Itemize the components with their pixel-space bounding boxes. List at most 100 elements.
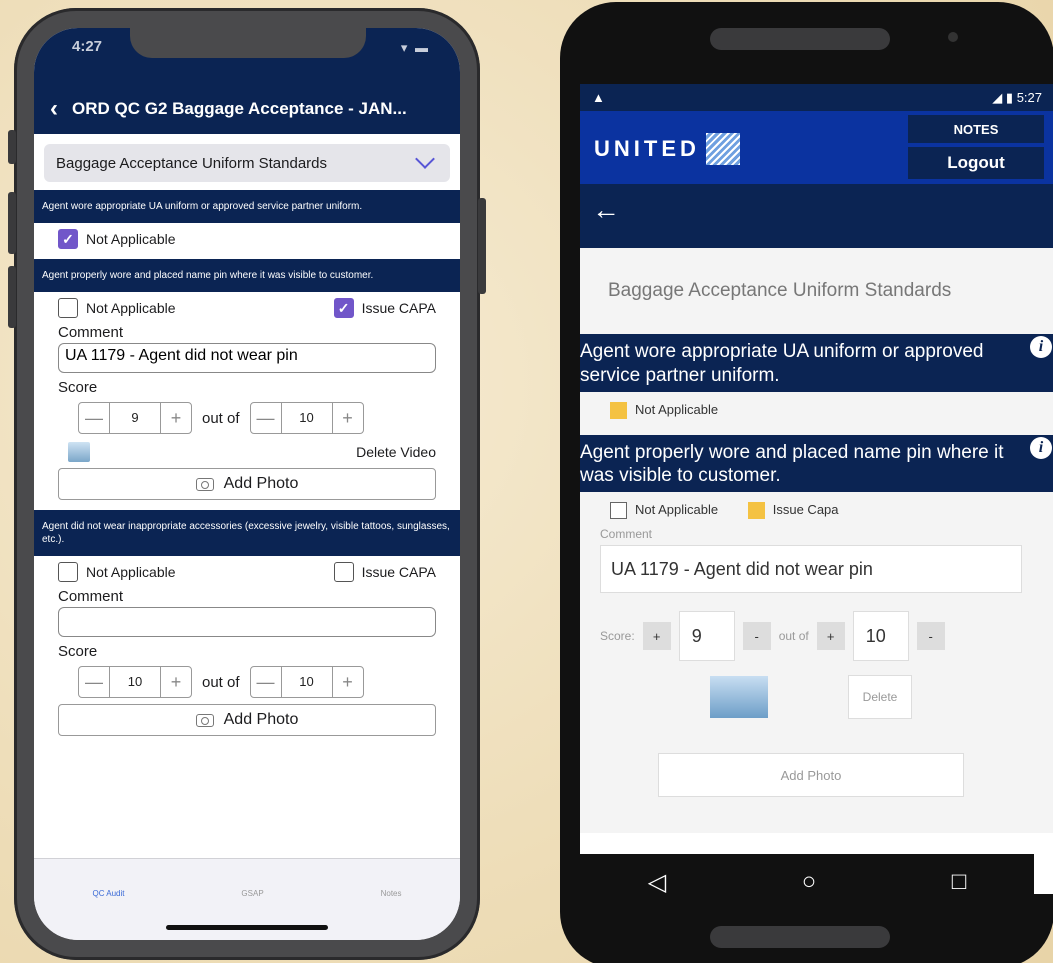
bottom-speaker bbox=[710, 926, 890, 948]
decrement-button[interactable]: — bbox=[79, 408, 109, 429]
increment-button[interactable]: + bbox=[333, 408, 363, 429]
logout-button[interactable]: Logout bbox=[908, 147, 1044, 179]
question-text: Agent properly wore and placed name pin … bbox=[580, 441, 1004, 487]
category-dropdown[interactable]: Baggage Acceptance Uniform Standards bbox=[580, 248, 1053, 334]
ios-status-bar: 4:27 ▾ ▬ bbox=[34, 28, 460, 94]
comment-input[interactable]: UA 1179 - Agent did not wear pin bbox=[58, 343, 436, 373]
max-score-value[interactable]: 10 bbox=[280, 666, 333, 698]
video-thumbnail[interactable] bbox=[68, 442, 90, 462]
decrement-button[interactable]: — bbox=[251, 408, 281, 429]
not-applicable-checkbox[interactable]: ✓ Not Applicable bbox=[58, 229, 176, 249]
tab-gsap[interactable]: GSAP bbox=[241, 889, 263, 940]
logo-text: UNITED bbox=[594, 136, 700, 161]
question-header: Agent wore appropriate UA uniform or app… bbox=[580, 334, 1053, 392]
not-applicable-checkbox[interactable]: Not Applicable bbox=[610, 502, 719, 520]
home-indicator[interactable] bbox=[166, 925, 328, 930]
info-icon[interactable]: i bbox=[1030, 436, 1052, 459]
max-score-stepper: — 10 + bbox=[249, 666, 364, 698]
category-dropdown[interactable]: Baggage Acceptance Uniform Standards bbox=[44, 144, 450, 182]
checkbox-box bbox=[610, 401, 627, 419]
info-icon[interactable]: i bbox=[1030, 336, 1052, 358]
status-right: ◢ ▮ 5:27 bbox=[992, 90, 1042, 106]
camera-icon bbox=[195, 713, 214, 727]
not-applicable-checkbox[interactable]: Not Applicable bbox=[58, 298, 176, 318]
out-of-label: out of bbox=[202, 673, 240, 691]
volume-up-button bbox=[8, 192, 16, 254]
add-photo-button[interactable]: Add Photo bbox=[658, 753, 964, 798]
not-applicable-checkbox[interactable]: Not Applicable bbox=[610, 401, 719, 419]
triangle-back-icon[interactable]: ◁ bbox=[648, 868, 666, 897]
score-stepper: — 9 + bbox=[78, 402, 192, 434]
decrement-button[interactable]: - bbox=[742, 622, 771, 651]
dropdown-value: Baggage Acceptance Uniform Standards bbox=[56, 154, 328, 172]
not-applicable-checkbox[interactable]: Not Applicable bbox=[58, 562, 176, 582]
checkbox-label: Not Applicable bbox=[86, 564, 176, 580]
decrement-button[interactable]: — bbox=[251, 672, 281, 693]
increment-button[interactable]: + bbox=[642, 622, 671, 651]
tab-notes[interactable]: Notes bbox=[381, 889, 402, 940]
increment-button[interactable]: + bbox=[161, 672, 191, 693]
question-header: Agent properly wore and placed name pin … bbox=[580, 434, 1053, 493]
score-row: — 9 + out of — 10 + bbox=[78, 402, 436, 434]
app-header: UNITED NOTES Logout bbox=[580, 111, 1053, 184]
warning-icon: ▲ bbox=[592, 90, 605, 105]
checkbox-label: Not Applicable bbox=[635, 401, 719, 417]
checkbox-label: Issue CAPA bbox=[361, 300, 436, 316]
checkbox-label: Issue Capa bbox=[772, 502, 839, 518]
increment-button[interactable]: + bbox=[333, 672, 363, 693]
add-photo-label: Add Photo bbox=[223, 711, 299, 728]
increment-button[interactable]: + bbox=[161, 408, 191, 429]
comment-input[interactable]: UA 1179 - Agent did not wear pin bbox=[600, 545, 1022, 594]
comment-label: Comment bbox=[58, 588, 124, 605]
arrow-left-icon[interactable]: ← bbox=[580, 184, 1053, 248]
checkbox-label: Not Applicable bbox=[635, 502, 719, 518]
square-recents-icon[interactable]: □ bbox=[952, 868, 967, 896]
camera-icon bbox=[195, 477, 214, 491]
increment-button[interactable]: + bbox=[816, 622, 845, 651]
comment-label: Comment bbox=[600, 527, 653, 542]
max-score-stepper: — 10 + bbox=[249, 402, 364, 434]
issue-capa-checkbox[interactable]: Issue CAPA bbox=[333, 562, 436, 582]
max-score-value[interactable]: 10 bbox=[280, 402, 333, 434]
question-header: Agent wore appropriate UA uniform or app… bbox=[34, 190, 460, 223]
score-value[interactable]: 9 bbox=[109, 402, 161, 434]
tab-qc-audit[interactable]: QC Audit bbox=[92, 889, 124, 940]
question-text: Agent wore appropriate UA uniform or app… bbox=[580, 341, 984, 386]
issue-capa-checkbox[interactable]: ✓ Issue CAPA bbox=[333, 298, 436, 318]
score-stepper: — 10 + bbox=[78, 666, 192, 698]
question-section: Not Applicable Issue CAPA Comment Score … bbox=[34, 556, 460, 746]
add-photo-label: Add Photo bbox=[223, 475, 299, 492]
page-title: ORD QC G2 Baggage Acceptance - JAN... bbox=[72, 99, 407, 118]
score-value[interactable]: 10 bbox=[109, 666, 161, 698]
add-photo-button[interactable]: Add Photo bbox=[58, 704, 436, 736]
checkbox-label: Issue CAPA bbox=[361, 564, 436, 580]
out-of-label: out of bbox=[202, 409, 240, 427]
delete-video-button[interactable]: Delete Video bbox=[356, 444, 436, 460]
score-label: Score: bbox=[600, 629, 635, 644]
question-section: Not Applicable ✓ Issue CAPA Comment UA 1… bbox=[34, 292, 460, 510]
issue-capa-checkbox[interactable]: Issue Capa bbox=[747, 502, 839, 520]
decrement-button[interactable]: - bbox=[916, 622, 945, 651]
delete-button[interactable]: Delete bbox=[848, 675, 912, 720]
question-section: ✓ Not Applicable bbox=[34, 223, 460, 259]
united-logo: UNITED bbox=[594, 133, 740, 165]
score-label: Score bbox=[58, 643, 98, 660]
status-time: 4:27 bbox=[72, 38, 103, 55]
notch bbox=[130, 28, 366, 58]
photo-thumbnail[interactable] bbox=[710, 676, 768, 719]
score-value[interactable]: 9 bbox=[678, 611, 735, 662]
decrement-button[interactable]: — bbox=[79, 672, 109, 693]
iphone-device: 4:27 ▾ ▬ ‹ ORD QC G2 Baggage Acceptance … bbox=[8, 8, 486, 960]
question-section: Not Applicable Issue Capa Comment UA 117… bbox=[580, 492, 1053, 813]
power-button bbox=[478, 198, 486, 294]
globe-icon bbox=[705, 133, 740, 165]
max-score-value[interactable]: 10 bbox=[852, 611, 909, 662]
comment-label: Comment bbox=[58, 324, 124, 341]
android-screen: ▲ ◢ ▮ 5:27 UNITED NOTES Logout ← Baggage… bbox=[580, 84, 1053, 894]
circle-home-icon[interactable]: ○ bbox=[802, 868, 817, 896]
add-photo-button[interactable]: Add Photo bbox=[58, 468, 436, 500]
out-of-label: out of bbox=[778, 629, 809, 644]
comment-input[interactable] bbox=[58, 607, 436, 637]
notes-button[interactable]: NOTES bbox=[908, 115, 1044, 143]
back-chevron-icon[interactable]: ‹ bbox=[50, 95, 58, 123]
